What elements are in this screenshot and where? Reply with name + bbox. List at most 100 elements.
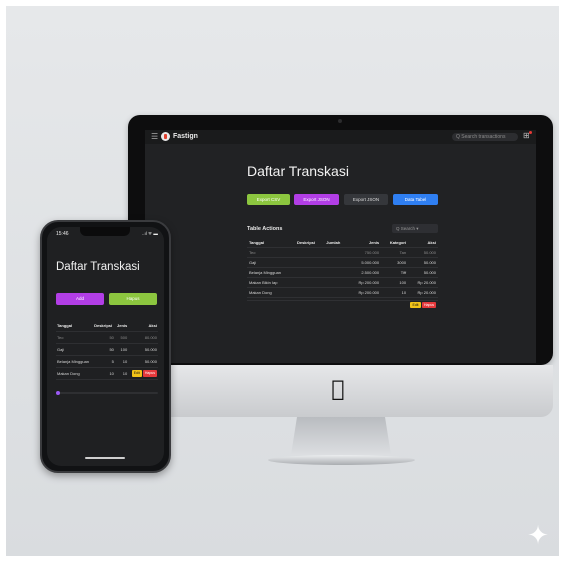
table-cell: 2.500.000 bbox=[348, 267, 382, 278]
table-cell bbox=[324, 257, 349, 268]
edit-button[interactable]: Edit bbox=[131, 370, 142, 378]
column-header[interactable]: Jumlah bbox=[324, 238, 349, 248]
table-row[interactable]: Teo 50 500 80.000 bbox=[56, 331, 158, 344]
column-header[interactable]: Tanggal bbox=[247, 238, 295, 248]
table-row[interactable]: Belanja Mingguan 2.500.000 Tiff 50.000 bbox=[247, 267, 438, 278]
delete-button[interactable]: Hapus bbox=[422, 302, 436, 308]
table-cell bbox=[294, 257, 325, 268]
table-cell: 750.000 bbox=[348, 247, 382, 258]
table-cell: 50.000 bbox=[408, 257, 438, 268]
page-title: Daftar Transkasi bbox=[56, 261, 140, 273]
edit-button[interactable]: Edit bbox=[410, 302, 421, 308]
sparkle-icon: ✦ bbox=[527, 521, 549, 551]
table-cell: Tiff bbox=[381, 267, 409, 278]
table-cell: 80.000 bbox=[128, 331, 158, 344]
table-row[interactable]: Gaji 5.000.000 3000 50.000 bbox=[247, 257, 438, 268]
table-cell bbox=[324, 277, 349, 288]
table-cell: Makan Bikin Iap bbox=[247, 277, 295, 288]
column-header[interactable]: Deskripsi bbox=[93, 320, 115, 332]
table-cell: 100 bbox=[114, 343, 129, 356]
export-json-alt-button[interactable]: Export JSON bbox=[344, 194, 388, 205]
table-cell: Gaji bbox=[247, 257, 295, 268]
table-cell: Teo bbox=[247, 247, 295, 258]
apple-logo-icon:  bbox=[326, 378, 350, 402]
scrollbar-thumb[interactable] bbox=[56, 391, 60, 395]
status-time: 15:46 bbox=[56, 231, 69, 237]
table-row[interactable]: Belanja Mingguan 5 10 50.000 bbox=[56, 355, 158, 368]
phone-screen: 15:46 ..ıl ᯤ ▬ Daftar Transkasi Add Hapu… bbox=[47, 227, 164, 466]
smartphone: 15:46 ..ıl ᯤ ▬ Daftar Transkasi Add Hapu… bbox=[40, 220, 171, 473]
table-cell: 10 bbox=[114, 355, 129, 368]
table-cell: 50.000 bbox=[408, 267, 438, 278]
table-cell: Teo bbox=[56, 331, 94, 344]
hapus-button[interactable]: Hapus bbox=[109, 293, 157, 305]
table-cell bbox=[324, 287, 349, 298]
add-button[interactable]: Add bbox=[56, 293, 104, 305]
table-cell: 10 bbox=[114, 367, 129, 380]
brand-name[interactable]: Fastign bbox=[173, 132, 198, 142]
desktop-monitor: ☰ Fastign Q Search transactions ⊞ Daftar… bbox=[128, 115, 553, 465]
table-cell: 10 bbox=[93, 367, 115, 380]
column-header[interactable]: Deskripsi bbox=[294, 238, 325, 248]
monitor-bezel: ☰ Fastign Q Search transactions ⊞ Daftar… bbox=[128, 115, 553, 365]
table-cell bbox=[324, 267, 349, 278]
column-header[interactable]: Aksi bbox=[408, 238, 438, 248]
monitor-stand-neck bbox=[291, 417, 391, 455]
table-cell: Rp 20.000 bbox=[408, 277, 438, 288]
table-cell: 500 bbox=[114, 331, 129, 344]
monitor-stand-base bbox=[268, 455, 415, 465]
transactions-table: Tanggal Deskripsi Jenis Aksi Teo 50 500 … bbox=[56, 320, 158, 380]
table-cell: Rp 200.000 bbox=[348, 287, 382, 298]
column-header[interactable]: Tanggal bbox=[56, 320, 94, 332]
table-cell: 3000 bbox=[381, 257, 409, 268]
column-header[interactable]: Jenis bbox=[348, 238, 382, 248]
table-search-dropdown[interactable]: Q Search ▾ bbox=[392, 224, 438, 233]
table-cell: 50 bbox=[93, 331, 115, 344]
table-cell bbox=[324, 247, 349, 258]
table-title: Table Actions bbox=[247, 226, 283, 232]
table-cell: 100 bbox=[381, 277, 409, 288]
table-cell bbox=[294, 267, 325, 278]
table-cell: Tan bbox=[381, 247, 409, 258]
top-bar: ☰ Fastign Q Search transactions ⊞ bbox=[145, 130, 536, 144]
menu-icon[interactable]: ☰ bbox=[151, 132, 158, 142]
table-row[interactable]: Makan Dong 10 10 Edit Hapus bbox=[56, 367, 158, 380]
table-cell bbox=[294, 247, 325, 258]
table-cell: 50.000 bbox=[128, 343, 158, 356]
table-row[interactable]: Makan Bikin Iap Rp 200.000 100 Rp 20.000 bbox=[247, 277, 438, 288]
table-row[interactable]: Makan Dong Rp 200.000 10 Rp 20.000 bbox=[247, 287, 438, 298]
export-csv-button[interactable]: Export CSV bbox=[247, 194, 290, 205]
horizontal-scrollbar[interactable] bbox=[56, 391, 158, 395]
table-cell: Makan Dong bbox=[56, 367, 94, 380]
table-actions-cell: Edit Hapus bbox=[128, 367, 158, 380]
table-cell: 50.000 bbox=[128, 355, 158, 368]
table-row[interactable]: Teo 750.000 Tan 50.000 bbox=[247, 247, 438, 258]
table-cell: 10 bbox=[381, 287, 409, 298]
monitor-chin:  bbox=[128, 365, 553, 417]
product-mockup-scene: ☰ Fastign Q Search transactions ⊞ Daftar… bbox=[6, 6, 559, 556]
table-cell: Belanja Mingguan bbox=[247, 267, 295, 278]
table-cell: Rp 20.000 bbox=[408, 287, 438, 298]
home-indicator[interactable] bbox=[85, 457, 125, 459]
table-header-row: Tanggal Deskripsi Jenis Aksi bbox=[56, 320, 158, 332]
data-table-button[interactable]: Data Tabel bbox=[393, 194, 438, 205]
search-input[interactable]: Q Search transactions bbox=[452, 133, 518, 141]
column-header[interactable]: Aksi bbox=[128, 320, 158, 332]
table-cell: 50.000 bbox=[408, 247, 438, 258]
table-cell: Makan Dong bbox=[247, 287, 295, 298]
delete-button[interactable]: Hapus bbox=[142, 370, 157, 378]
brand-logo-icon bbox=[161, 132, 170, 141]
export-json-button[interactable]: Export JSON bbox=[294, 194, 339, 205]
table-cell: 50 bbox=[93, 343, 115, 356]
table-cell: Belanja Mingguan bbox=[56, 355, 94, 368]
table-cell: Gaji bbox=[56, 343, 94, 356]
table-cell bbox=[294, 277, 325, 288]
table-row[interactable]: Gaji 50 100 50.000 bbox=[56, 343, 158, 356]
column-header[interactable]: Jenis bbox=[114, 320, 129, 332]
status-icons: ..ıl ᯤ ▬ bbox=[142, 231, 158, 236]
webcam-icon bbox=[338, 119, 342, 123]
notification-dot bbox=[529, 131, 532, 134]
column-header[interactable]: Kategori bbox=[381, 238, 409, 248]
table-cell: Rp 200.000 bbox=[348, 277, 382, 288]
table-header-row: Tanggal Deskripsi Jumlah Jenis Kategori … bbox=[247, 238, 438, 248]
